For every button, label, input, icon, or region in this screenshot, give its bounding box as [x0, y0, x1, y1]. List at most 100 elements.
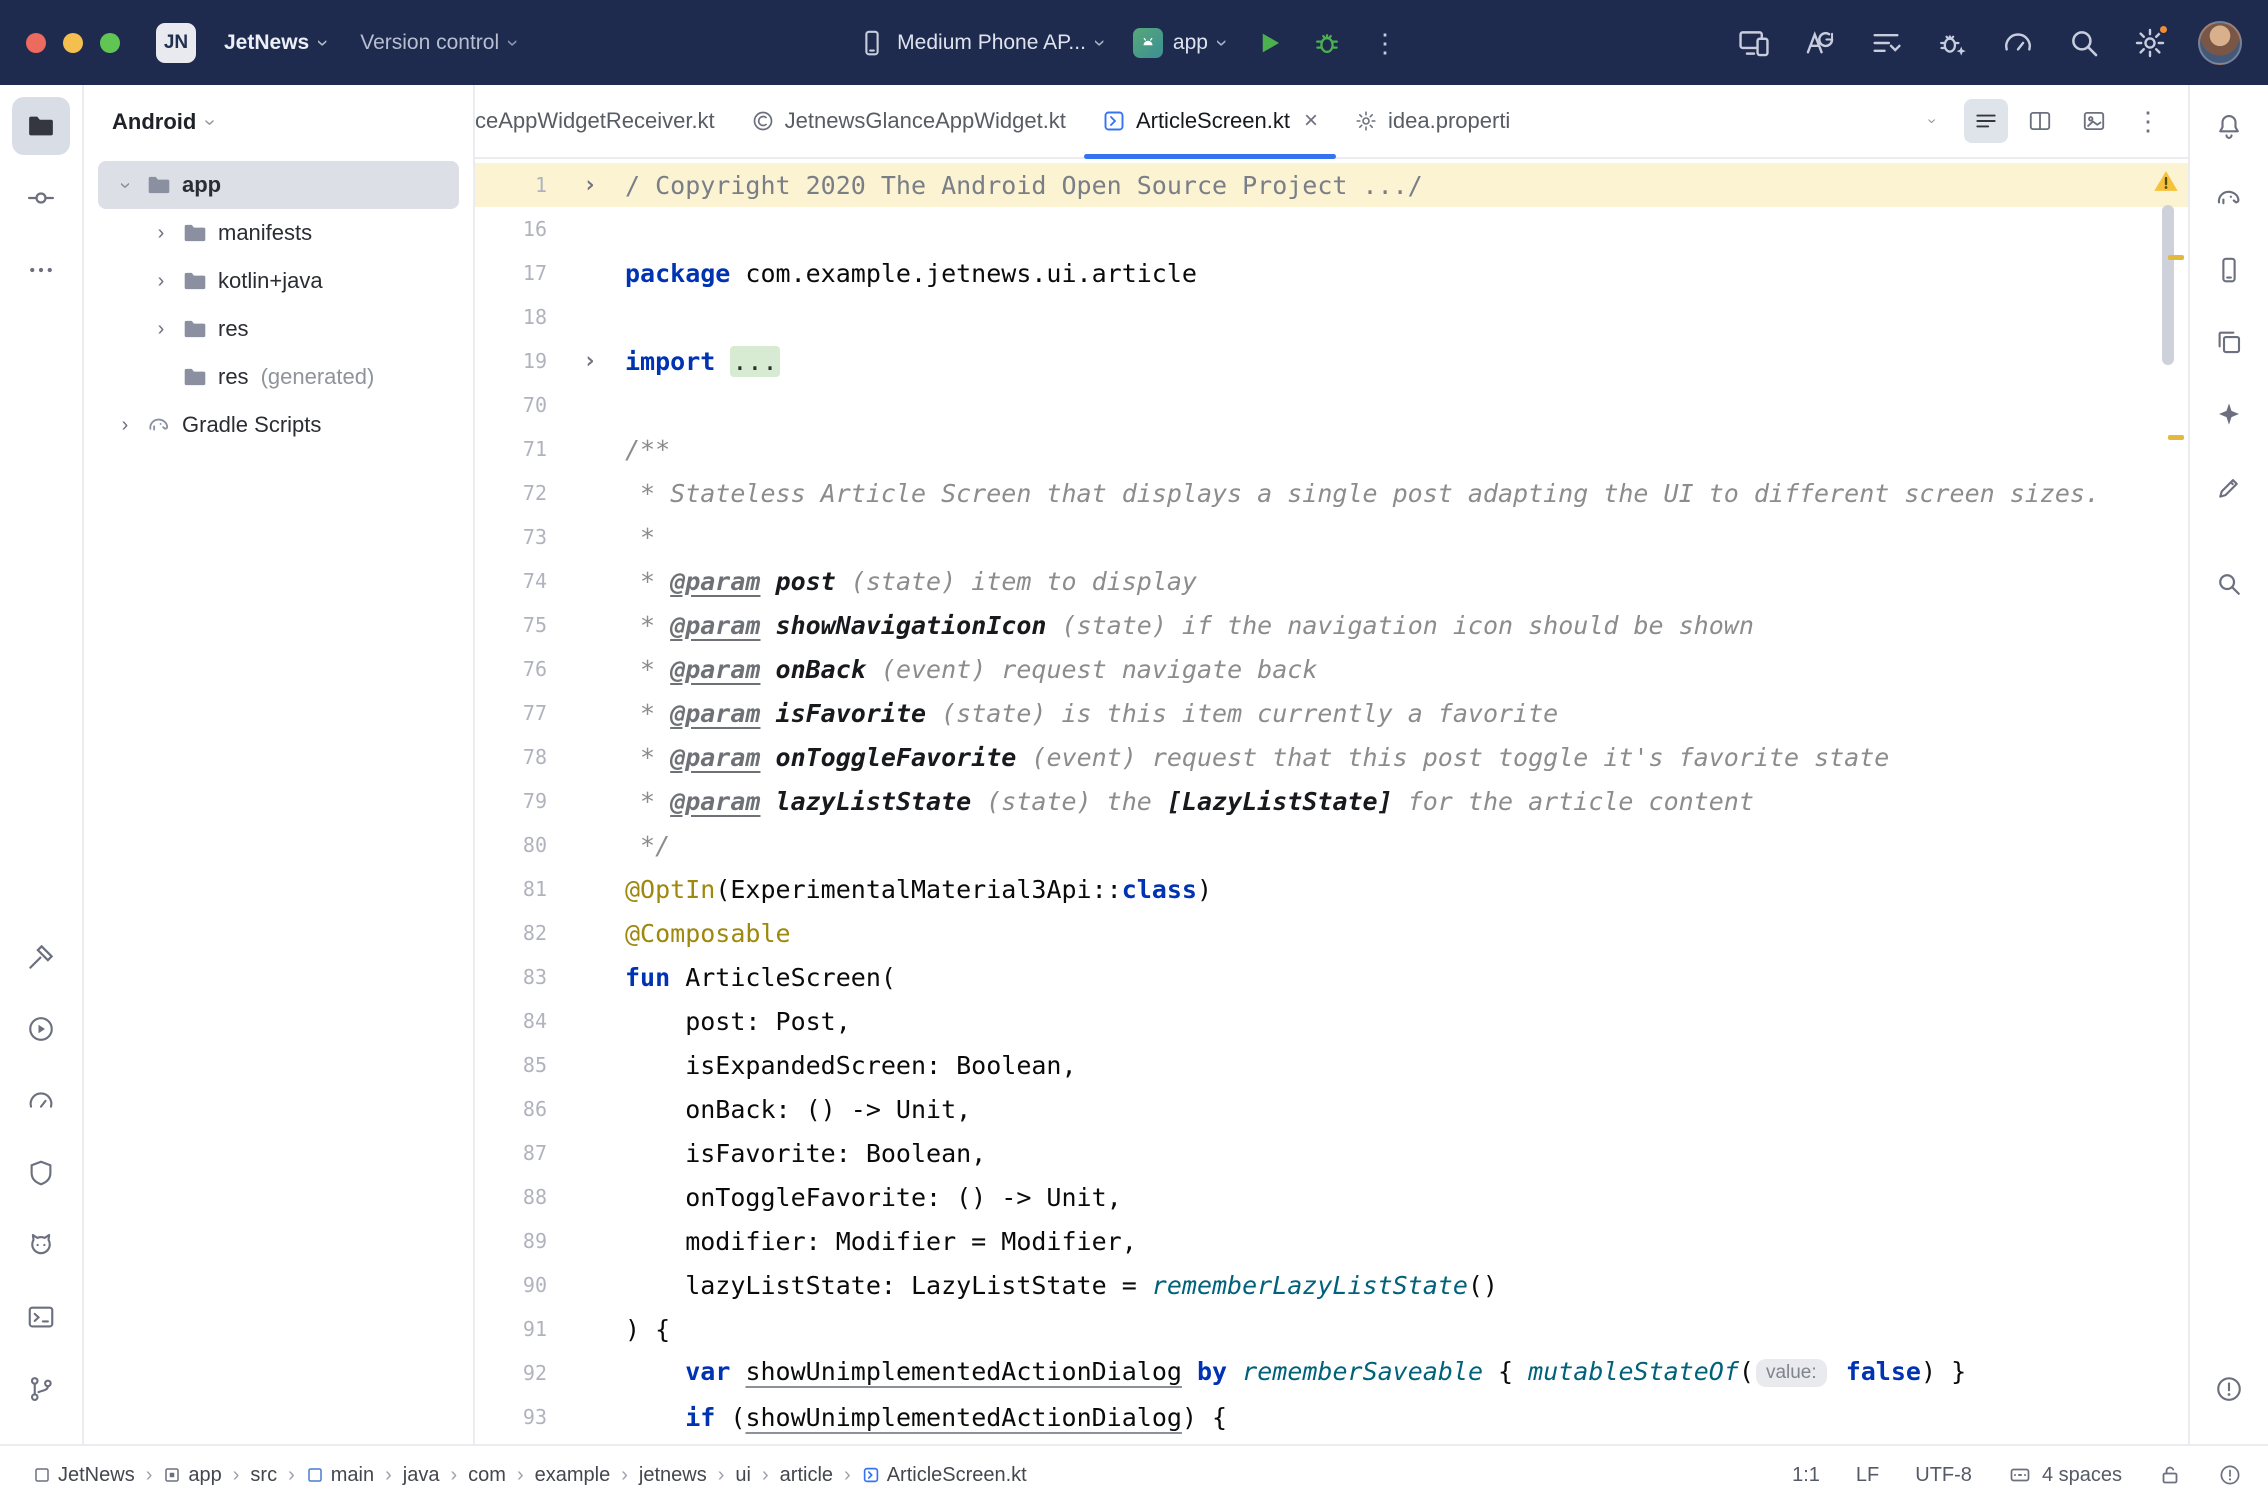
breadcrumb-item[interactable]: java: [396, 1460, 447, 1491]
code-line[interactable]: 76 * @param onBack (event) request navig…: [475, 647, 2188, 691]
version-control-tool-button[interactable]: [12, 1360, 70, 1418]
tree-item-manifests[interactable]: › manifests: [98, 209, 459, 257]
commit-tool-button[interactable]: [12, 169, 70, 227]
code-line[interactable]: 77 * @param isFavorite (state) is this i…: [475, 691, 2188, 735]
breadcrumb-item[interactable]: article: [773, 1460, 840, 1491]
problems-button[interactable]: [2200, 1360, 2258, 1418]
line-number[interactable]: 87: [475, 1141, 547, 1165]
build-tool-button[interactable]: [12, 928, 70, 986]
code-line[interactable]: 79 * @param lazyListState (state) the [L…: [475, 779, 2188, 823]
line-number[interactable]: 73: [475, 525, 547, 549]
minimize-window-button[interactable]: [63, 33, 83, 53]
line-number[interactable]: 76: [475, 657, 547, 681]
terminal-tool-button[interactable]: [12, 1288, 70, 1346]
gradle-button[interactable]: [2200, 169, 2258, 227]
tab-jetnewsglanceappwidget[interactable]: JetnewsGlanceAppWidget.kt: [733, 85, 1084, 157]
readonly-lock-widget[interactable]: [2158, 1463, 2182, 1487]
line-number[interactable]: 77: [475, 701, 547, 725]
code-line[interactable]: 18: [475, 295, 2188, 339]
code-line[interactable]: 75 * @param showNavigationIcon (state) i…: [475, 603, 2188, 647]
line-number[interactable]: 17: [475, 261, 547, 285]
line-number[interactable]: 92: [475, 1361, 547, 1385]
line-separator-widget[interactable]: LF: [1856, 1464, 1879, 1487]
close-tab-icon[interactable]: ×: [1304, 109, 1318, 133]
code-line[interactable]: 83fun ArticleScreen(: [475, 955, 2188, 999]
line-number[interactable]: 84: [475, 1009, 547, 1033]
logcat-tool-button[interactable]: [12, 1216, 70, 1274]
code-line[interactable]: 17package com.example.jetnews.ui.article: [475, 251, 2188, 295]
inspections-warning-icon[interactable]: [2152, 167, 2180, 195]
code-line[interactable]: 82@Composable: [475, 911, 2188, 955]
breadcrumb-item[interactable]: ui: [728, 1460, 758, 1491]
breadcrumb-item[interactable]: app: [156, 1460, 228, 1491]
code-line[interactable]: 78 * @param onToggleFavorite (event) req…: [475, 735, 2188, 779]
project-view-selector[interactable]: Android ›: [84, 85, 473, 159]
line-number[interactable]: 81: [475, 877, 547, 901]
code-editor[interactable]: 1›/ Copyright 2020 The Android Open Sour…: [475, 159, 2188, 1444]
line-number[interactable]: 90: [475, 1273, 547, 1297]
tree-item-res-generated[interactable]: res (generated): [98, 353, 459, 401]
expand-collapse-icon[interactable]: ›: [150, 318, 172, 341]
line-number[interactable]: 1: [475, 173, 547, 197]
design-view-button[interactable]: [2072, 99, 2116, 143]
expand-collapse-icon[interactable]: ›: [114, 414, 136, 437]
line-number[interactable]: 19: [475, 349, 547, 373]
line-number[interactable]: 82: [475, 921, 547, 945]
line-number[interactable]: 79: [475, 789, 547, 813]
search-everywhere-icon[interactable]: [2058, 17, 2110, 69]
code-line[interactable]: 81@OptIn(ExperimentalMaterial3Api::class…: [475, 867, 2188, 911]
task-lines-icon[interactable]: [1860, 17, 1912, 69]
expand-collapse-icon[interactable]: ›: [150, 222, 172, 245]
split-view-button[interactable]: [2018, 99, 2062, 143]
line-number[interactable]: 70: [475, 393, 547, 417]
code-line[interactable]: 87 isFavorite: Boolean,: [475, 1131, 2188, 1175]
line-number[interactable]: 93: [475, 1405, 547, 1429]
line-number[interactable]: 91: [475, 1317, 547, 1341]
find-button[interactable]: [2200, 555, 2258, 613]
code-line[interactable]: 93 if (showUnimplementedActionDialog) {: [475, 1395, 2188, 1439]
code-view-button[interactable]: [1964, 99, 2008, 143]
more-run-actions-button[interactable]: ⋮: [1359, 17, 1411, 69]
editor-more-options[interactable]: ⋮: [2126, 99, 2170, 143]
tab-idea-properties[interactable]: idea.properti: [1336, 85, 1528, 157]
code-line[interactable]: 88 onToggleFavorite: () -> Unit,: [475, 1175, 2188, 1219]
breadcrumb-item-file[interactable]: ArticleScreen.kt: [855, 1460, 1034, 1491]
close-window-button[interactable]: [26, 33, 46, 53]
run-tool-button[interactable]: [12, 1000, 70, 1058]
project-menu-button[interactable]: JetNews ›: [212, 23, 338, 63]
code-line[interactable]: 92 var showUnimplementedActionDialog by …: [475, 1351, 2188, 1395]
tree-item-gradle-scripts[interactable]: › Gradle Scripts: [98, 401, 459, 449]
settings-icon[interactable]: [2124, 17, 2176, 69]
line-number[interactable]: 86: [475, 1097, 547, 1121]
encoding-widget[interactable]: UTF-8: [1915, 1464, 1972, 1487]
project-tool-button[interactable]: [12, 97, 70, 155]
run-button[interactable]: [1243, 17, 1295, 69]
code-line[interactable]: 73 *: [475, 515, 2188, 559]
breadcrumb-item[interactable]: JetNews: [26, 1460, 142, 1491]
device-manager-button[interactable]: [2200, 241, 2258, 299]
line-number[interactable]: 72: [475, 481, 547, 505]
profiler-tool-button[interactable]: [12, 1072, 70, 1130]
warning-stripe-mark[interactable]: [2168, 255, 2184, 260]
tree-item-kotlin-java[interactable]: › kotlin+java: [98, 257, 459, 305]
code-line[interactable]: 19›import ...: [475, 339, 2188, 383]
line-number[interactable]: 74: [475, 569, 547, 593]
running-devices-icon[interactable]: [1728, 17, 1780, 69]
code-line[interactable]: 85 isExpandedScreen: Boolean,: [475, 1043, 2188, 1087]
hidden-tabs-dropdown[interactable]: ›: [1910, 99, 1954, 143]
code-line[interactable]: 16: [475, 207, 2188, 251]
line-number[interactable]: 75: [475, 613, 547, 637]
code-line[interactable]: 80 */: [475, 823, 2188, 867]
indent-widget[interactable]: 4 spaces: [2008, 1463, 2122, 1487]
code-line[interactable]: 89 modifier: Modifier = Modifier,: [475, 1219, 2188, 1263]
run-configuration-dropdown[interactable]: app ›: [1121, 20, 1237, 66]
code-inspect-icon[interactable]: [1794, 17, 1846, 69]
fold-toggle-icon[interactable]: ›: [547, 348, 625, 374]
breadcrumb-item[interactable]: src: [243, 1460, 284, 1491]
line-number[interactable]: 85: [475, 1053, 547, 1077]
code-line[interactable]: 72 * Stateless Article Screen that displ…: [475, 471, 2188, 515]
code-line[interactable]: 70: [475, 383, 2188, 427]
breadcrumb-item[interactable]: example: [528, 1460, 618, 1491]
notifications-button[interactable]: [2200, 97, 2258, 155]
code-line[interactable]: 86 onBack: () -> Unit,: [475, 1087, 2188, 1131]
